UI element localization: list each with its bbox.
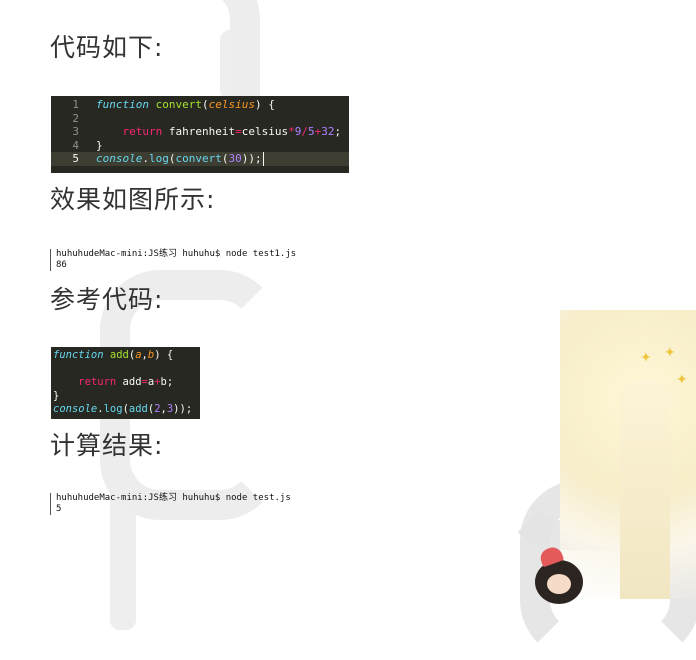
code-token: } [53,389,60,402]
code-token: )); [173,403,193,415]
code-token: 30 [228,152,242,165]
code-token: function [53,349,104,361]
terminal-prompt: huhuhudeMac-mini:JS练习 huhuhu$ node test.… [56,493,291,503]
code-token: } [96,138,103,152]
code-token: log [148,152,169,165]
code-line: } [53,390,200,404]
code-line: console. log(add(2, 3)); [53,403,200,417]
code-editor-add: function add(a, b) { return add = a + b; } co… [51,347,200,419]
tree-illustration [620,380,670,599]
code-token: convert [175,152,222,165]
line-number: 4 [72,138,79,152]
code-token: ( [168,152,176,165]
code-token: ( [201,98,209,111]
line-number: 5 [72,152,79,165]
code-token: ) { [154,349,174,361]
code-line: 4} [51,139,349,153]
code-line: function add(a, b) { [53,349,200,363]
code-token: add [128,403,148,415]
code-line-active: 5 console. log(convert(30)); [51,152,349,166]
code-token: . [142,152,149,165]
terminal-result: 86 [56,260,67,270]
code-line: return add = a + b; [53,376,200,390]
terminal-output-2: huhuhudeMac-mini:JS练习 huhuhu$ node test.… [50,493,291,515]
code-token: ; [166,376,174,388]
code-token: / [301,125,308,138]
code-token: return [78,376,117,388]
watermark-stroke [220,30,250,100]
code-token: console [96,152,143,165]
code-token: 32 [321,125,335,138]
sparkle-icon: ✦ [664,345,676,361]
sparkle-icon: ✦ [676,372,688,388]
code-token: celsius [208,98,255,111]
code-token: 5 [307,125,315,138]
code-editor-convert: 1 function convert(celsius) { 2 3 return … [51,96,349,173]
code-token: log [103,403,123,415]
code-token: return [122,125,163,138]
terminal-result: 5 [56,504,62,514]
code-line: 3 return fahrenheit = celsius * 9/5 +32; [51,125,349,139]
code-token: = [235,125,242,138]
code-token: function [96,98,149,111]
line-number: 3 [72,125,79,138]
code-token: add [109,349,129,361]
terminal-output-1: huhuhudeMac-mini:JS练习 huhuhu$ node test1… [50,249,296,271]
code-token: add [116,376,142,388]
code-token: 9 [294,125,302,138]
code-token: fahrenheit [162,125,236,138]
code-token: ) { [254,98,275,111]
code-token: console [53,403,98,415]
code-token: ( [221,152,229,165]
heading-reference: 参考代码: [50,285,164,314]
heading-result: 计算结果: [50,431,164,460]
heading-code-below: 代码如下: [50,33,164,62]
code-token: )); [241,152,262,165]
code-token: + [314,125,322,138]
code-token: ; [334,125,342,138]
sparkle-icon: ✦ [640,350,652,366]
terminal-prompt: huhuhudeMac-mini:JS练习 huhuhu$ node test1… [56,249,297,259]
code-token: celsius [241,125,289,138]
heading-effect: 效果如图所示: [50,185,216,214]
code-token: * [288,125,295,138]
code-line: 1 function convert(celsius) { [51,98,349,112]
line-number: 1 [72,98,79,111]
text-cursor [262,152,264,166]
code-token: convert [155,98,202,111]
line-number: 2 [72,111,79,125]
character-illustration [535,560,583,604]
code-line: 2 [51,112,349,126]
